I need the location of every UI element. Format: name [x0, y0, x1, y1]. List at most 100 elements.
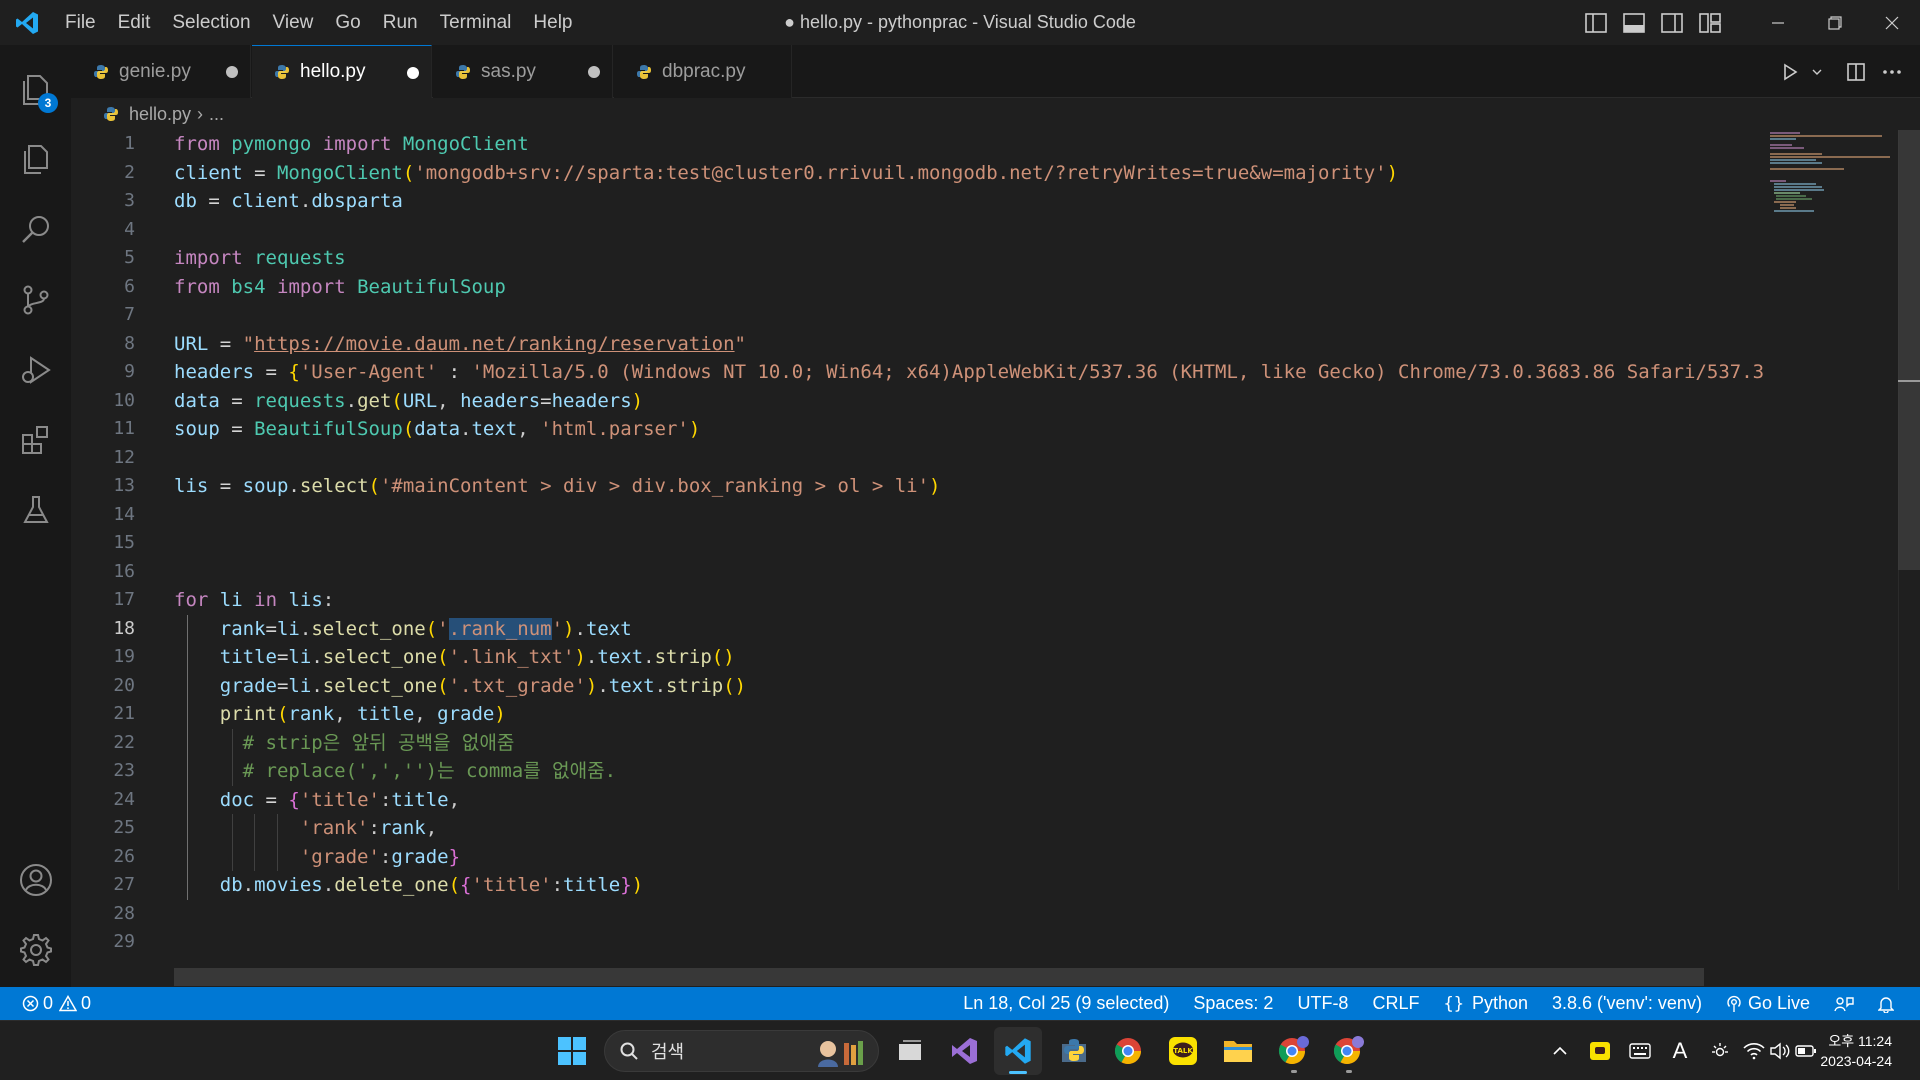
notifications-bell-icon[interactable] [1866, 995, 1906, 1013]
volume-icon [1770, 1042, 1790, 1060]
vscode-logo-icon[interactable] [0, 0, 54, 45]
error-icon [22, 995, 39, 1012]
minimize-button[interactable] [1749, 0, 1806, 45]
language-mode[interactable]: {} Python [1431, 993, 1540, 1014]
horizontal-scrollbar-thumb[interactable] [174, 968, 1704, 986]
run-debug-icon[interactable] [0, 335, 71, 405]
unsaved-dot-icon[interactable] [407, 67, 419, 79]
show-hidden-icons-chevron-up-icon[interactable] [1540, 1021, 1580, 1080]
tab-dbprac-py[interactable]: dbprac.py [614, 45, 792, 98]
minimap[interactable] [1770, 130, 1890, 230]
extensions-icon[interactable] [0, 405, 71, 475]
taskbar-search-input[interactable]: 검색 [604, 1030, 879, 1072]
network-volume-battery-group[interactable] [1740, 1021, 1820, 1080]
source-control-icon[interactable] [0, 265, 71, 335]
braces-icon: {} [1443, 993, 1464, 1014]
end-of-line[interactable]: CRLF [1360, 993, 1431, 1014]
keyboard-icon[interactable] [1620, 1021, 1660, 1080]
activity-bar: 3 [0, 45, 71, 987]
file-explorer-icon[interactable] [1214, 1027, 1262, 1075]
menu-file[interactable]: File [54, 0, 107, 45]
tab-hello-py[interactable]: hello.py [252, 45, 432, 98]
tab-label: genie.py [119, 60, 191, 82]
chrome-profile-1-icon[interactable] [1270, 1027, 1318, 1075]
tab-genie-py[interactable]: genie.py [71, 45, 251, 98]
explorer-badge: 3 [38, 93, 58, 113]
line-number: 14 [113, 503, 135, 525]
menu-run[interactable]: Run [372, 0, 429, 45]
menu-go[interactable]: Go [324, 0, 371, 45]
python-file-icon [456, 64, 470, 79]
explorer-icon[interactable]: 3 [0, 55, 71, 125]
task-view-icon[interactable] [886, 1027, 934, 1075]
vertical-scrollbar[interactable] [1898, 130, 1920, 890]
customize-layout-icon[interactable] [1691, 0, 1729, 45]
code-line-23: # replace(',','')는 comma를 없애줌. [174, 757, 1848, 786]
restore-button[interactable] [1806, 0, 1863, 45]
python-interpreter[interactable]: 3.8.6 ('venv': venv) [1540, 993, 1714, 1014]
toggle-primary-sidebar-icon[interactable] [1577, 0, 1615, 45]
unsaved-dot-icon[interactable] [588, 66, 600, 78]
toggle-secondary-sidebar-icon[interactable] [1653, 0, 1691, 45]
feedback-icon[interactable] [1822, 995, 1866, 1013]
explorer-copy-icon[interactable] [0, 125, 71, 195]
code-area[interactable]: from pymongo import MongoClient client =… [174, 130, 1848, 957]
input-method-indicator[interactable]: A [1660, 1021, 1700, 1080]
search-icon[interactable] [0, 195, 71, 265]
chrome-profile-2-icon[interactable] [1325, 1027, 1373, 1075]
menu-terminal[interactable]: Terminal [429, 0, 523, 45]
tab-sas-py[interactable]: sas.py [433, 45, 613, 98]
code-line-13: lis = soup.select('#mainContent > div > … [174, 475, 941, 497]
toggle-panel-icon[interactable] [1615, 0, 1653, 45]
more-actions-icon[interactable] [1874, 45, 1910, 98]
python-app-icon[interactable] [1050, 1027, 1098, 1075]
broadcast-icon [1727, 995, 1741, 1012]
line-number-gutter: 1 2 3 4 5 6 7 8 9 10 11 12 13 14 15 16 17 18 19 20 21 22 23 24 2… [71, 130, 165, 957]
code-line-17: for li in lis: [174, 589, 335, 611]
unsaved-dot-icon[interactable] [226, 66, 238, 78]
run-python-file-icon[interactable] [1772, 45, 1808, 98]
code-line-27: db.movies.delete_one({'title':title}) [174, 871, 1848, 900]
line-number: 22 [113, 731, 135, 753]
python-file-icon [637, 64, 651, 79]
cursor-position[interactable]: Ln 18, Col 25 (9 selected) [951, 993, 1181, 1014]
breadcrumb-file[interactable]: hello.py [129, 104, 191, 125]
line-number: 7 [124, 304, 135, 325]
accounts-icon[interactable] [0, 845, 71, 915]
error-count: 0 [43, 993, 54, 1013]
menu-help[interactable]: Help [522, 0, 583, 45]
settings-gear-icon[interactable] [0, 915, 71, 985]
menu-edit[interactable]: Edit [107, 0, 162, 45]
kakaotalk-tray-icon[interactable] [1580, 1021, 1620, 1080]
close-window-button[interactable] [1863, 0, 1920, 45]
chrome-icon[interactable] [1104, 1027, 1152, 1075]
problems-indicator[interactable]: 0 0 [22, 993, 103, 1014]
run-dropdown-chevron-icon[interactable] [1808, 45, 1826, 98]
line-number: 27 [113, 874, 135, 895]
breadcrumb-symbols[interactable]: ... [209, 104, 224, 125]
line-number: 18 [113, 617, 135, 639]
split-editor-icon[interactable] [1838, 45, 1874, 98]
clock[interactable]: 오후 11:24 2023-04-24 [1820, 1031, 1920, 1071]
vertical-scrollbar-thumb[interactable] [1898, 130, 1920, 570]
menu-selection[interactable]: Selection [161, 0, 261, 45]
vscode-taskbar-icon[interactable] [994, 1027, 1042, 1075]
brightness-icon[interactable] [1700, 1021, 1740, 1080]
windows-start-icon[interactable] [548, 1027, 596, 1075]
kakaotalk-icon[interactable]: TALK [1159, 1027, 1207, 1075]
code-line-20: grade=li.select_one('.txt_grade').text.s… [174, 671, 1848, 700]
code-editor[interactable]: 1 2 3 4 5 6 7 8 9 10 11 12 13 14 15 16 17 18 19 20 21 22 23 24 2… [71, 130, 1920, 987]
breadcrumb: hello.py › ... [71, 98, 1920, 130]
menu-view[interactable]: View [262, 0, 325, 45]
go-live-button[interactable]: Go Live [1714, 993, 1822, 1014]
url-link[interactable]: https://movie.daum.net/ranking/reservati… [254, 333, 734, 355]
testing-flask-icon[interactable] [0, 475, 71, 545]
encoding[interactable]: UTF-8 [1285, 993, 1360, 1014]
visual-studio-icon[interactable] [940, 1027, 988, 1075]
indentation[interactable]: Spaces: 2 [1181, 993, 1285, 1014]
line-number: 9 [124, 361, 135, 382]
text-selection[interactable]: .rank_num [448, 617, 552, 640]
